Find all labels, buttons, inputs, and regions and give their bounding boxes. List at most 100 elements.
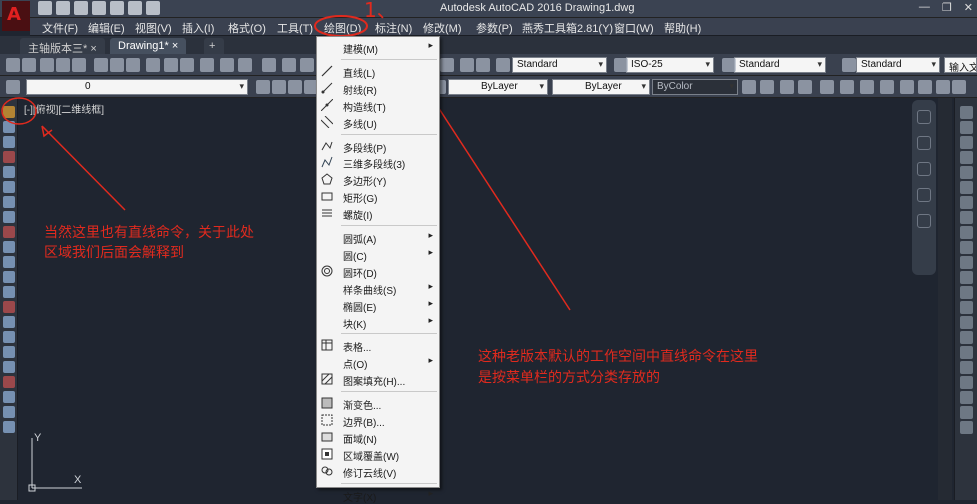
draw-tool-6-icon[interactable] [3, 196, 15, 208]
multileader-style-select[interactable]: Standard ▾ [856, 57, 940, 73]
draw-menu-item-14[interactable]: 圆(C) ▸ [317, 246, 439, 263]
steering-wheel-icon[interactable] [917, 110, 931, 124]
standard-tool-3-icon[interactable] [56, 58, 70, 72]
standard-tool-11-icon[interactable] [200, 58, 214, 72]
linetype-select[interactable]: ByLayer ▾ [448, 79, 548, 95]
menu-item-2[interactable]: 视图(V) [135, 20, 172, 36]
standard-tool-24-icon[interactable] [460, 58, 474, 72]
command-input[interactable]: 输入文 [944, 57, 977, 73]
draw-tool-18-icon[interactable] [3, 376, 15, 388]
draw-tool-13-icon[interactable] [3, 301, 15, 313]
menu-item-3[interactable]: 插入(I) [182, 20, 214, 36]
zoom-icon[interactable] [917, 162, 931, 176]
layer-select[interactable]: 0 ▾ [26, 79, 248, 95]
modify-tool-21-icon[interactable] [960, 421, 973, 434]
pan-icon[interactable] [917, 136, 931, 150]
draw-menu-item-2[interactable]: 直线(L) [317, 63, 439, 80]
restore-icon[interactable]: ❐ [942, 1, 952, 14]
menu-item-12[interactable]: 帮助(H) [664, 20, 701, 36]
menu-item-6[interactable]: 绘图(D) [324, 20, 361, 36]
draw-menu-item-30[interactable]: 文字(X) ▸ [317, 487, 439, 504]
text-style-select[interactable]: Standard ▾ [512, 57, 607, 73]
draw-tool-4-icon[interactable] [3, 166, 15, 178]
new-icon[interactable] [38, 1, 52, 15]
dim-style-select[interactable]: ISO-25 ▾ [626, 57, 714, 73]
autocad-logo-icon[interactable]: A [2, 1, 30, 31]
draw-tool-17-icon[interactable] [3, 361, 15, 373]
standard-tool-26-icon[interactable] [496, 58, 510, 72]
layer-tool-18-icon[interactable] [860, 80, 874, 94]
menu-item-10[interactable]: 燕秀工具箱2.81(Y) [522, 20, 613, 36]
draw-tool-19-icon[interactable] [3, 391, 15, 403]
layer-tool-12-icon[interactable] [742, 80, 756, 94]
draw-tool-12-icon[interactable] [3, 286, 15, 298]
draw-tool-7-icon[interactable] [3, 211, 15, 223]
vertical-scrollbar[interactable] [938, 98, 952, 500]
draw-menu-item-7[interactable]: 多段线(P) [317, 138, 439, 155]
menu-item-4[interactable]: 格式(O) [228, 20, 266, 36]
modify-tool-16-icon[interactable] [960, 346, 973, 359]
standard-tool-16-icon[interactable] [300, 58, 314, 72]
open-icon[interactable] [56, 1, 70, 15]
layer-tool-1-icon[interactable] [256, 80, 270, 94]
draw-tool-5-icon[interactable] [3, 181, 15, 193]
draw-tool-11-icon[interactable] [3, 271, 15, 283]
standard-tool-23-icon[interactable] [440, 58, 454, 72]
menu-item-11[interactable]: 窗口(W) [614, 20, 654, 36]
modify-tool-18-icon[interactable] [960, 376, 973, 389]
layer-tool-23-icon[interactable] [952, 80, 966, 94]
modify-tool-20-icon[interactable] [960, 406, 973, 419]
menu-item-9[interactable]: 参数(P) [476, 20, 513, 36]
layer-tool-16-icon[interactable] [820, 80, 834, 94]
draw-tool-3-icon[interactable] [3, 151, 15, 163]
undo-icon[interactable] [128, 1, 142, 15]
layer-tool-22-icon[interactable] [936, 80, 950, 94]
standard-tool-2-icon[interactable] [40, 58, 54, 72]
table-style-select[interactable]: Standard ▾ [734, 57, 826, 73]
draw-menu-item-20[interactable]: 表格... [317, 337, 439, 354]
menu-item-8[interactable]: 修改(M) [423, 20, 462, 36]
navigation-bar[interactable] [912, 100, 936, 275]
modify-tool-4-icon[interactable] [960, 166, 973, 179]
menu-item-5[interactable]: 工具(T) [277, 20, 313, 36]
layer-tool-17-icon[interactable] [840, 80, 854, 94]
standard-tool-25-icon[interactable] [476, 58, 490, 72]
draw-tool-10-icon[interactable] [3, 256, 15, 268]
draw-tool-14-icon[interactable] [3, 316, 15, 328]
draw-tool-20-icon[interactable] [3, 406, 15, 418]
layer-tool-21-icon[interactable] [918, 80, 932, 94]
standard-tool-15-icon[interactable] [282, 58, 296, 72]
draw-menu-item-26[interactable]: 面域(N) [317, 429, 439, 446]
draw-menu-item-3[interactable]: 射线(R) [317, 80, 439, 97]
modify-tool-10-icon[interactable] [960, 256, 973, 269]
layer-tool-20-icon[interactable] [900, 80, 914, 94]
standard-tool-13-icon[interactable] [238, 58, 252, 72]
minimize-icon[interactable]: — [919, 1, 930, 14]
draw-tool-1-icon[interactable] [3, 121, 15, 133]
standard-tool-1-icon[interactable] [22, 58, 36, 72]
layer-tool-15-icon[interactable] [798, 80, 812, 94]
modify-tool-5-icon[interactable] [960, 181, 973, 194]
layer-tool-13-icon[interactable] [760, 80, 774, 94]
menu-item-0[interactable]: 文件(F) [42, 20, 78, 36]
standard-tool-10-icon[interactable] [180, 58, 194, 72]
layer-tool-3-icon[interactable] [288, 80, 302, 94]
draw-menu-item-21[interactable]: 点(O) ▸ [317, 354, 439, 371]
orbit-icon[interactable] [917, 188, 931, 202]
draw-menu-item-25[interactable]: 边界(B)... [317, 412, 439, 429]
modify-tool-15-icon[interactable] [960, 331, 973, 344]
layer-tool-0-icon[interactable] [6, 80, 20, 94]
draw-menu-item-16[interactable]: 样条曲线(S) ▸ [317, 280, 439, 297]
viewport-controls[interactable]: [-][俯视][二维线框] [24, 101, 104, 116]
modify-tool-9-icon[interactable] [960, 241, 973, 254]
draw-menu-item-15[interactable]: 圆环(D) [317, 263, 439, 280]
modify-tool-3-icon[interactable] [960, 151, 973, 164]
layer-tool-14-icon[interactable] [780, 80, 794, 94]
modify-tool-1-icon[interactable] [960, 121, 973, 134]
draw-menu-item-5[interactable]: 多线(U) [317, 114, 439, 131]
draw-tool-16-icon[interactable] [3, 346, 15, 358]
draw-menu-item-17[interactable]: 椭圆(E) ▸ [317, 297, 439, 314]
draw-tool-8-icon[interactable] [3, 226, 15, 238]
line-tool-icon[interactable] [3, 106, 15, 118]
showmotion-icon[interactable] [917, 214, 931, 228]
